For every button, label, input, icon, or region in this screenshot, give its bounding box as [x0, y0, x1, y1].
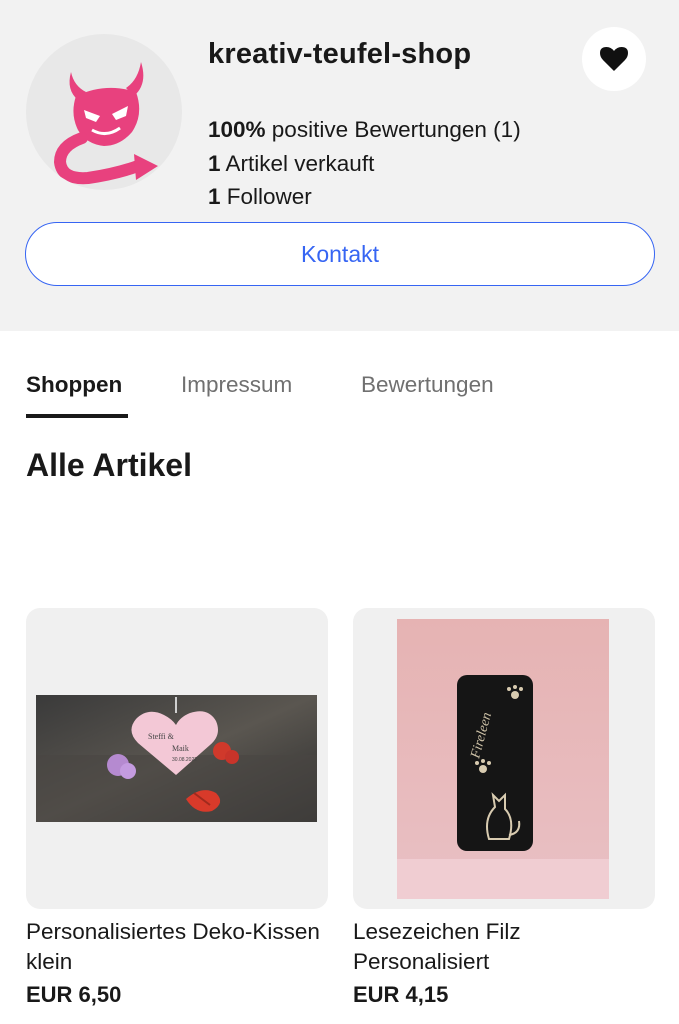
followers-count: 1 — [208, 184, 221, 209]
rating-percent: 100% — [208, 117, 266, 142]
heart-pillow-photo: Steffi & Maik 30.08.2022 — [36, 695, 317, 822]
pillow-text-1: Steffi & — [148, 732, 175, 741]
shop-name: kreativ-teufel-shop — [208, 38, 472, 70]
item-image-container[interactable]: Steffi & Maik 30.08.2022 — [26, 608, 328, 909]
pillow-text-3: 30.08.2022 — [172, 757, 197, 763]
followers-line: 1 Follower — [208, 180, 521, 214]
follow-button[interactable] — [582, 27, 646, 91]
tab-impressum[interactable]: Impressum — [181, 372, 292, 398]
item-price: EUR 6,50 — [26, 982, 122, 1007]
tab-shoppen[interactable]: Shoppen — [26, 372, 122, 398]
pillow-text-2: Maik — [172, 744, 189, 753]
shop-logo[interactable] — [26, 34, 182, 190]
heart-icon — [600, 47, 628, 71]
section-title: Alle Artikel — [26, 447, 192, 483]
shop-tabs: Shoppen Impressum Bewertungen — [0, 360, 679, 420]
felt-bookmark-photo: Fireleen — [397, 619, 609, 899]
item-card[interactable]: Steffi & Maik 30.08.2022 Personalisierte… — [26, 608, 328, 1007]
sold-label: Artikel verkauft — [220, 150, 375, 176]
item-card[interactable]: Fireleen Lesezeichen Filz Personalisiert… — [353, 608, 655, 1007]
sold-count: 1 — [208, 150, 221, 176]
shop-stats: 100% positive Bewertungen (1) 1 Artikel … — [208, 113, 521, 214]
sold-line: 1 Artikel verkauft — [208, 147, 521, 181]
rating-label: positive Bewertungen (1) — [265, 117, 521, 142]
contact-button[interactable]: Kontakt — [25, 222, 655, 286]
active-tab-indicator — [26, 414, 128, 418]
followers-label: Follower — [220, 184, 312, 209]
item-image-container[interactable]: Fireleen — [353, 608, 655, 909]
devil-logo-icon — [53, 62, 158, 185]
item-title[interactable]: Personalisiertes Deko-Kissen klein — [26, 917, 328, 977]
shop-header: kreativ-teufel-shop 100% positive Bewert… — [0, 0, 679, 331]
rating-line: 100% positive Bewertungen (1) — [208, 113, 521, 147]
item-title[interactable]: Lesezeichen Filz Personalisiert — [353, 917, 655, 977]
tab-bewertungen[interactable]: Bewertungen — [361, 372, 494, 398]
item-price: EUR 4,15 — [353, 982, 449, 1007]
